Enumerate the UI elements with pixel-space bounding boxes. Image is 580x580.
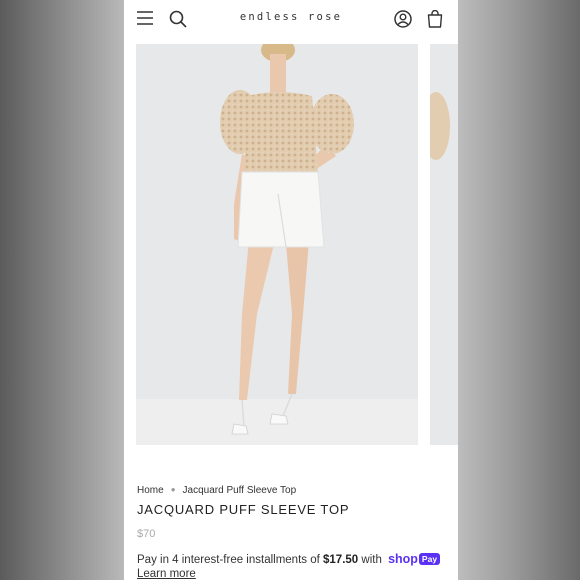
shop-pay-logo: shop <box>388 552 418 566</box>
model-photo-partial <box>430 44 458 445</box>
product-image-next[interactable] <box>430 44 458 445</box>
search-icon[interactable] <box>169 10 187 28</box>
product-price: $70 <box>137 528 156 540</box>
breadcrumb-separator: ● <box>170 485 176 494</box>
installments-suffix: with <box>361 554 382 566</box>
breadcrumb: Home ● Jacquard Puff Sleeve Top <box>137 485 296 496</box>
installment-amount: $17.50 <box>323 554 359 566</box>
cart-icon[interactable] <box>427 10 443 28</box>
product-image-main[interactable] <box>136 44 418 445</box>
installments-message: Pay in 4 interest-free installments of $… <box>137 552 441 566</box>
model-photo <box>136 44 418 445</box>
phone-screen: endless rose Home ● Jacquard Puff Sleeve… <box>124 0 458 580</box>
product-title: JACQUARD PUFF SLEEVE TOP <box>137 502 350 517</box>
installments-prefix: Pay in 4 interest-free installments of <box>137 554 320 566</box>
breadcrumb-current[interactable]: Jacquard Puff Sleeve Top <box>183 485 297 496</box>
learn-more-link[interactable]: Learn more <box>137 568 196 580</box>
menu-icon[interactable] <box>137 11 153 25</box>
shop-pay-badge: Pay <box>418 553 441 565</box>
brand-logo[interactable]: endless rose <box>224 11 358 23</box>
site-header: endless rose <box>124 0 458 38</box>
breadcrumb-home[interactable]: Home <box>137 485 164 496</box>
account-icon[interactable] <box>394 10 412 28</box>
backdrop-right <box>458 0 580 580</box>
backdrop-left <box>0 0 124 580</box>
